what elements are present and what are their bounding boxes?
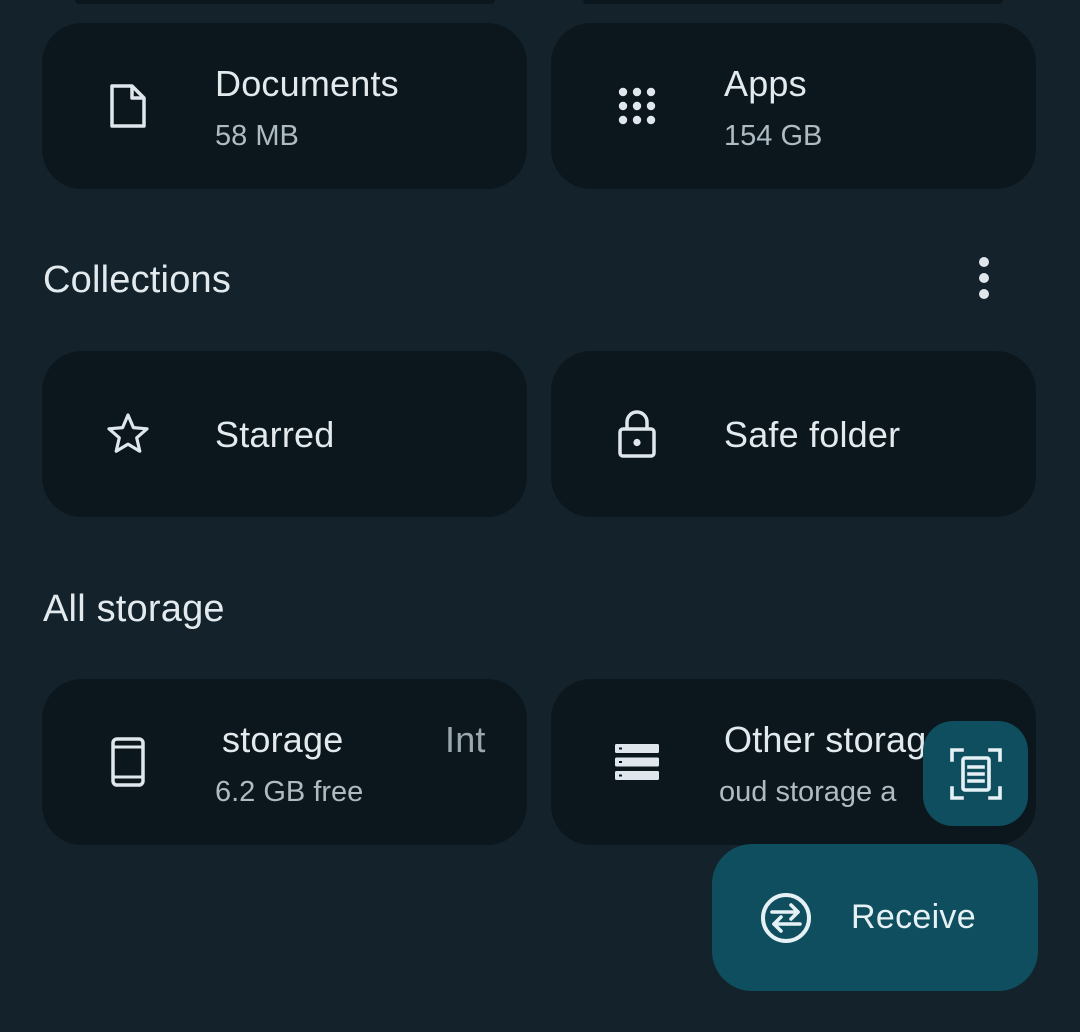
- lock-icon: [613, 410, 661, 458]
- previous-card-edge: [583, 0, 1003, 4]
- storage-title-marquee: Int: [445, 719, 486, 760]
- files-browse-screen: Documents 58 MB Apps 154 GB Collections: [0, 0, 1080, 1032]
- receive-label: Receive: [851, 898, 976, 936]
- more-options-button[interactable]: [960, 250, 1008, 306]
- category-size: 58 MB: [215, 120, 299, 152]
- more-vert-icon: [979, 257, 989, 299]
- category-title: Documents: [215, 63, 399, 104]
- storage-list-icon: [613, 738, 661, 786]
- section-title-collections: Collections: [43, 259, 232, 301]
- document-icon: [104, 82, 152, 130]
- storage-subtitle: oud storage a: [719, 776, 897, 808]
- storage-title: storage: [222, 719, 344, 760]
- previous-card-edge: [75, 0, 495, 4]
- collection-card-safe-folder[interactable]: Safe folder: [551, 351, 1036, 517]
- category-card-documents[interactable]: Documents 58 MB: [42, 23, 527, 189]
- category-title: Apps: [724, 63, 807, 104]
- storage-card-internal[interactable]: storage Int 6.2 GB free: [42, 679, 527, 845]
- star-icon: [104, 410, 152, 458]
- collection-title: Safe folder: [724, 414, 901, 455]
- storage-title: Other storag: [724, 719, 927, 760]
- category-size: 154 GB: [724, 120, 823, 152]
- collection-title: Starred: [215, 414, 335, 455]
- document-scan-button[interactable]: [923, 721, 1028, 826]
- category-card-apps[interactable]: Apps 154 GB: [551, 23, 1036, 189]
- phone-icon: [104, 737, 152, 787]
- document-scan-icon: [949, 747, 1002, 800]
- storage-free-space: 6.2 GB free: [215, 776, 364, 808]
- receive-exchange-icon: [761, 893, 811, 943]
- receive-button[interactable]: Receive: [712, 844, 1038, 991]
- apps-grid-icon: [613, 82, 661, 130]
- section-title-all-storage: All storage: [43, 588, 225, 630]
- collection-card-starred[interactable]: Starred: [42, 351, 527, 517]
